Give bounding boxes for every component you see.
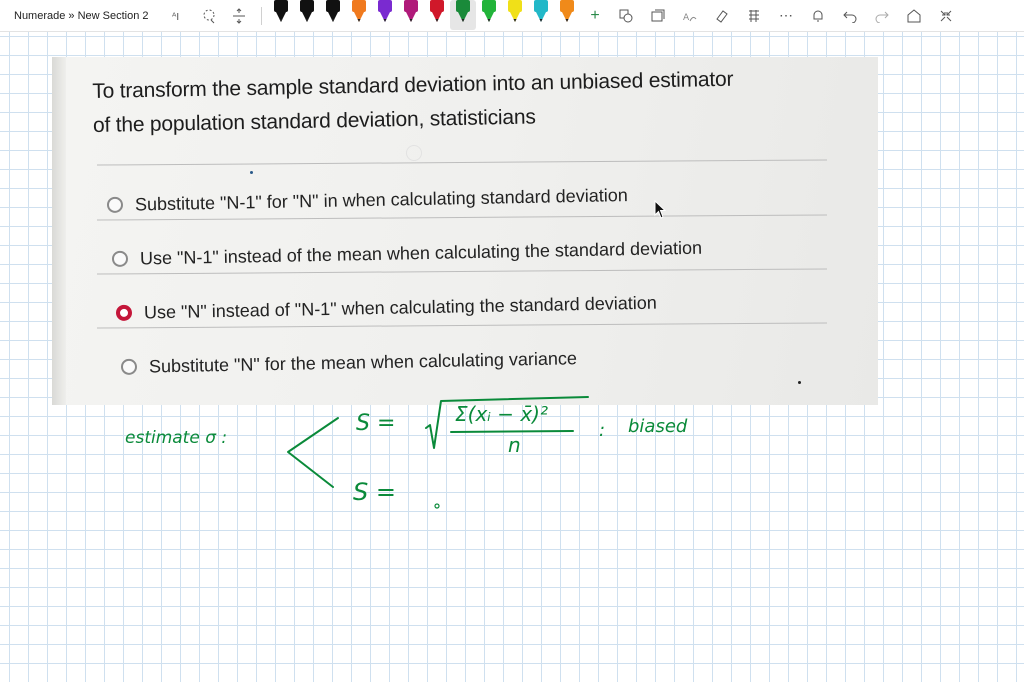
denominator-n: n bbox=[508, 433, 521, 457]
fraction-bar-stroke bbox=[450, 430, 574, 433]
biased-label: biased bbox=[628, 416, 688, 437]
s-equals-1: S = bbox=[356, 411, 396, 436]
ink-strokes bbox=[287, 396, 589, 509]
ink-dot bbox=[434, 503, 440, 509]
colon-mark: : bbox=[599, 420, 606, 441]
s-equals-2: S = bbox=[353, 478, 396, 506]
estimate-sigma-label: estimate σ : bbox=[125, 428, 228, 448]
numerator-sum: Σ(xᵢ − x̄)² bbox=[455, 402, 548, 426]
bracket-stroke bbox=[287, 417, 339, 488]
